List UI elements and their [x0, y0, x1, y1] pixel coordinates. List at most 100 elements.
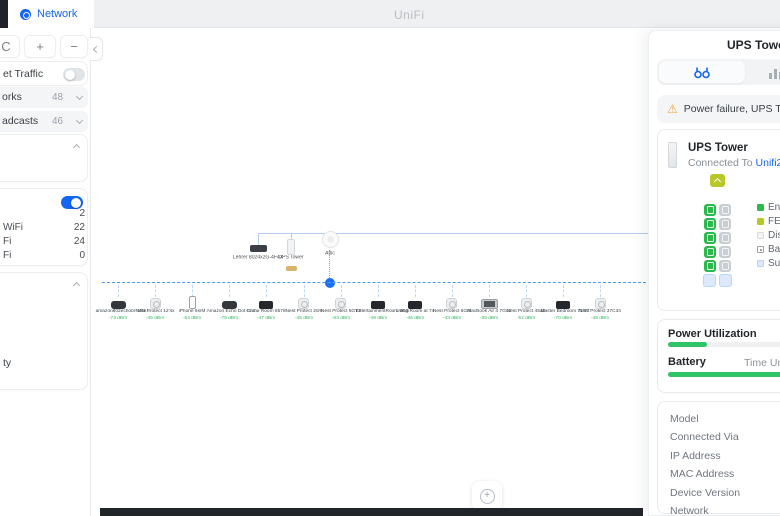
nest-protect-icon	[521, 298, 532, 309]
battery-swatch	[757, 246, 764, 253]
connection-count-row: Fi 0	[0, 250, 89, 261]
client-node[interactable]: Nest Protect 37C34-48 dBm	[572, 296, 628, 322]
legend-row: Surge	[757, 258, 780, 269]
detail-label: Network	[670, 505, 709, 516]
battery-bar	[668, 372, 780, 377]
legend-row: Enabled	[757, 202, 780, 213]
access-point-icon[interactable]	[322, 231, 339, 248]
detail-label: Connected Via	[670, 431, 739, 443]
uplink-line	[258, 233, 650, 234]
connection-counts-card: 2 WiFi22 Fi24 Fi 0	[0, 188, 88, 266]
plus-icon: +	[36, 39, 44, 54]
topology-icon	[693, 66, 711, 79]
legend-row: FE	[757, 216, 780, 227]
battery-note: Time Until Full	[744, 357, 780, 369]
count-value: 0	[79, 250, 85, 261]
nest-protect-icon	[446, 298, 457, 309]
collapsed-card-2: ty	[0, 272, 88, 390]
filter-label: orks	[2, 91, 22, 103]
zoom-in-button[interactable]: +	[24, 35, 56, 58]
ups-overview-card: UPS Tower Connected To Unifi2270 Port En…	[657, 129, 780, 311]
zoom-out-button[interactable]: −	[60, 35, 88, 58]
iphone-icon	[189, 296, 196, 309]
outlet-disabled[interactable]	[719, 204, 731, 216]
outlet-disabled[interactable]	[719, 218, 731, 230]
outlet-disabled[interactable]	[719, 246, 731, 258]
top-bar	[0, 0, 780, 28]
outlet-enabled[interactable]	[704, 218, 716, 230]
switch-device-icon[interactable]	[250, 245, 267, 252]
alert-text: Power failure, UPS Tower battery	[684, 103, 780, 115]
tab-network[interactable]: Network	[8, 0, 94, 28]
outlet-surge[interactable]	[703, 274, 716, 287]
count-value: 2	[79, 208, 85, 219]
nest-protect-icon	[298, 298, 309, 309]
legend-label: FE	[768, 216, 780, 227]
traffic-toggle[interactable]	[63, 68, 85, 81]
uplink-port-link[interactable]: Unifi2270 Port	[756, 157, 780, 169]
minus-icon: −	[70, 39, 78, 54]
smart-speaker-icon	[371, 301, 385, 309]
details-card: ModelConnected ViaIP AddressMAC AddressD…	[657, 401, 780, 514]
window-title: UniFi	[394, 8, 425, 22]
chevron-down-icon	[76, 117, 83, 124]
refresh-button[interactable]: C	[0, 35, 20, 58]
utilization-bar	[668, 342, 780, 347]
nest-protect-icon	[595, 298, 606, 309]
filter-label: adcasts	[2, 115, 38, 127]
fe-swatch	[757, 218, 764, 225]
device-detail-panel: UPS Tower ⚠ Power failure, UPS Tower bat…	[648, 30, 780, 516]
outlet-enabled[interactable]	[704, 246, 716, 258]
connection-count-row: WiFi22	[0, 222, 89, 233]
bar-chart-icon	[769, 67, 780, 79]
legend-label: Disabled	[768, 230, 780, 241]
filter-count: 48	[52, 92, 63, 103]
power-failure-alert: ⚠ Power failure, UPS Tower battery	[657, 95, 780, 123]
connected-to-line: Connected To Unifi2270 Port	[688, 157, 780, 169]
outlet-surge[interactable]	[719, 274, 732, 287]
window-edge	[0, 0, 8, 28]
smart-speaker-icon	[556, 301, 570, 309]
outlet-enabled[interactable]	[704, 204, 716, 216]
connection-count-row: 2	[0, 208, 89, 219]
panel-tab-bar	[657, 59, 780, 85]
client-icon-wrap	[572, 296, 628, 309]
sidebar-filter-row[interactable]: orks 48	[0, 87, 88, 108]
enabled-swatch	[757, 204, 764, 211]
disabled-swatch	[757, 232, 764, 239]
connection-count-row: Fi24	[0, 236, 89, 247]
recenter-button[interactable]: +	[472, 481, 502, 511]
bottom-strip	[100, 508, 643, 516]
power-utilization-label: Power Utilization	[668, 328, 757, 340]
detail-label: MAC Address	[670, 468, 734, 480]
outlet-enabled[interactable]	[704, 232, 716, 244]
ups-device-icon[interactable]	[287, 239, 295, 255]
legend-row: Battery	[757, 244, 780, 255]
tab-overview[interactable]	[659, 61, 745, 83]
selected-node-dot[interactable]	[325, 278, 335, 288]
echo-speaker-icon	[111, 301, 126, 309]
ap-dotted-link	[329, 250, 330, 280]
legend-label: Enabled	[768, 202, 780, 213]
power-card: Power Utilization Battery Time Until Ful…	[657, 319, 780, 393]
outlet-disabled[interactable]	[719, 260, 731, 272]
nest-protect-icon	[335, 298, 346, 309]
battery-label: Battery	[668, 356, 706, 368]
traffic-label: et Traffic	[3, 68, 43, 80]
unifi-topology-screen: Network UniFi C + − et Traffic orks 48 adc…	[0, 0, 780, 516]
topology-map[interactable]: Lehrer 8024x2G-4F4X UPS Tower Attic amaz…	[91, 29, 648, 516]
tab-stats[interactable]	[769, 66, 780, 84]
nest-protect-icon	[150, 298, 161, 309]
battery-fill	[668, 372, 780, 377]
outlet-disabled[interactable]	[719, 232, 731, 244]
smart-speaker-icon	[259, 301, 273, 309]
client-rssi: -48 dBm	[578, 316, 623, 321]
sidebar-filter-row[interactable]: adcasts46	[0, 111, 88, 132]
legend-row: Disabled	[757, 230, 780, 241]
count-value: 24	[74, 236, 85, 247]
outlet-enabled[interactable]	[704, 260, 716, 272]
chevron-up-icon[interactable]	[73, 144, 80, 151]
count-label: Fi	[3, 250, 11, 261]
chevron-up-icon[interactable]	[73, 282, 80, 289]
ups-name: UPS Tower	[688, 142, 748, 154]
